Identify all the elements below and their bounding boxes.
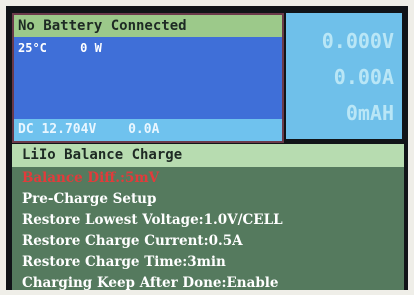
charge-mode-title[interactable]: LiIo Balance Charge xyxy=(12,144,404,167)
menu-item-balance-diff[interactable]: Balance Diff.:5mV xyxy=(22,170,159,186)
voltage-readout: 0.000V xyxy=(321,29,394,53)
temperature-value: 25°C xyxy=(18,41,47,55)
menu-item-keep-after-done[interactable]: Charging Keep After Done:Enable xyxy=(22,275,279,290)
menu-item-restore-charge-current[interactable]: Restore Charge Current:0.5A xyxy=(22,233,243,249)
battery-status-title: No Battery Connected xyxy=(14,15,282,37)
dc-voltage-value: DC 12.704V xyxy=(18,122,97,137)
menu-item-restore-lowest-voltage[interactable]: Restore Lowest Voltage:1.0V/CELL xyxy=(22,212,283,228)
menu-item-restore-charge-time[interactable]: Restore Charge Time:3min xyxy=(22,254,226,270)
power-value: 0 W xyxy=(80,41,102,55)
charge-menu: LiIo Balance Charge Balance Diff.:5mV Pr… xyxy=(12,144,404,290)
status-body: 25°C 0 W xyxy=(14,37,282,119)
dc-current-value: 0.0A xyxy=(128,122,160,137)
charger-screen: No Battery Connected 25°C 0 W DC 12.704V… xyxy=(6,6,408,290)
dc-input-bar: DC 12.704V 0.0A xyxy=(14,119,282,141)
capacity-readout: 0mAH xyxy=(345,101,394,125)
current-readout: 0.00A xyxy=(333,65,394,89)
temp-power-row: 25°C 0 W xyxy=(18,41,128,55)
measurement-readout: 0.000V 0.00A 0mAH xyxy=(286,13,402,139)
status-panel: No Battery Connected 25°C 0 W DC 12.704V… xyxy=(12,13,284,143)
menu-item-pre-charge-setup[interactable]: Pre-Charge Setup xyxy=(22,191,156,207)
